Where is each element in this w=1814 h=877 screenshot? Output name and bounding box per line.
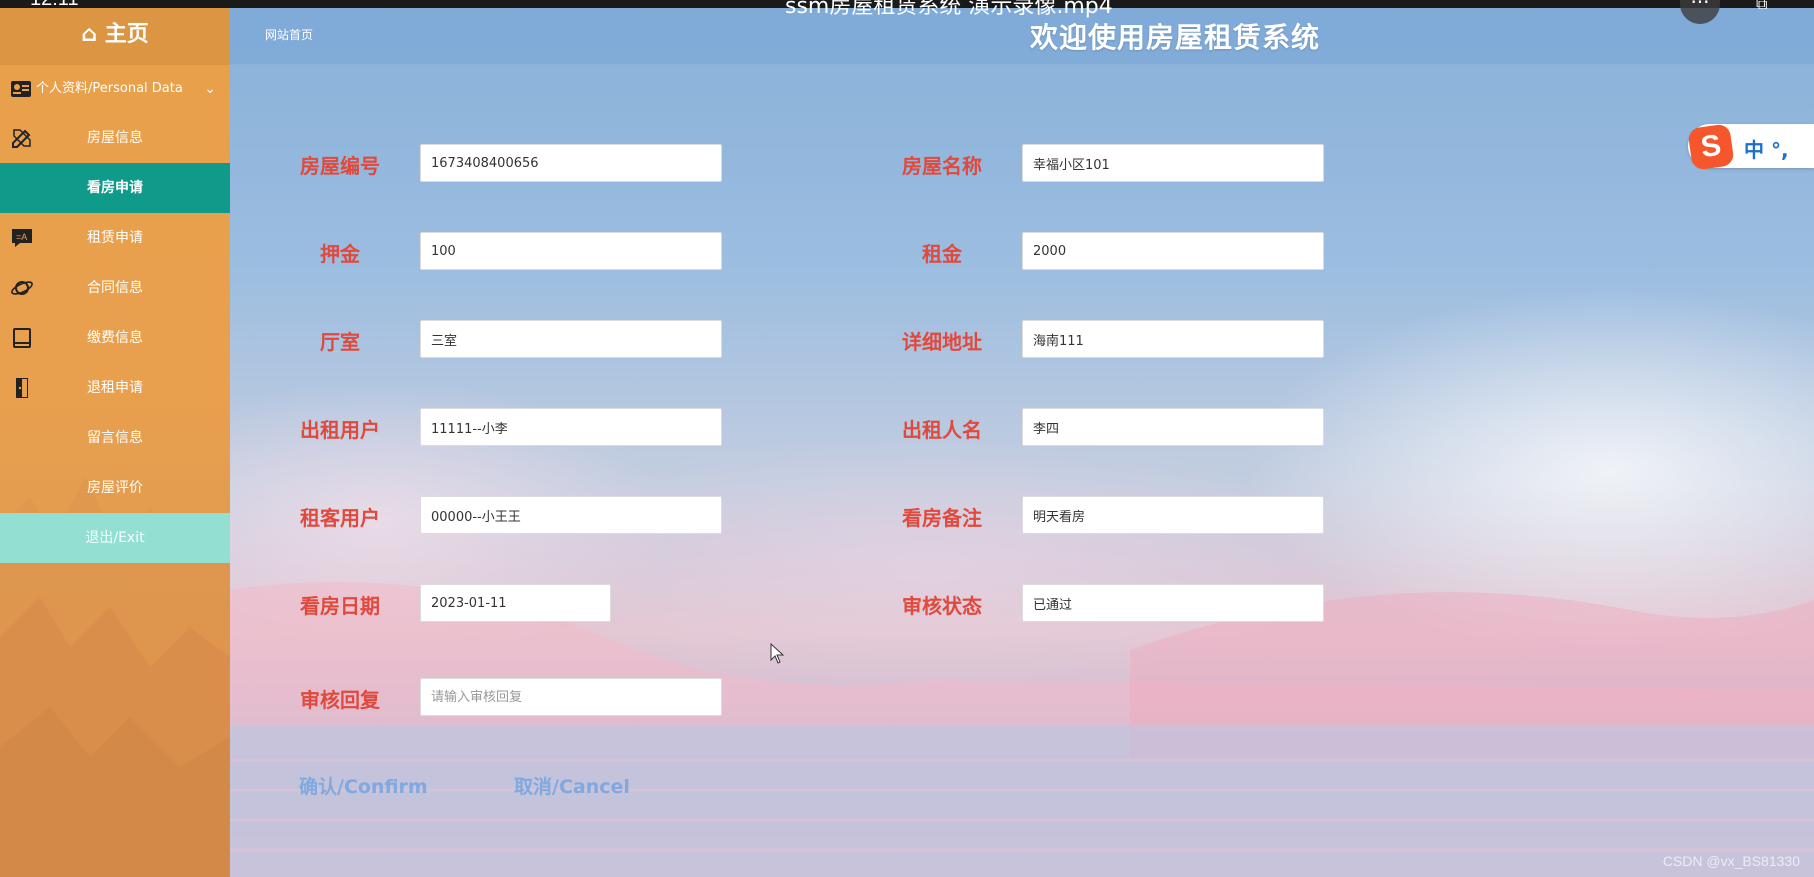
pencil-ruler-icon: [12, 129, 31, 148]
ime-toolbar[interactable]: S 中 °,: [1687, 123, 1814, 171]
sidebar-item-label: 留言信息: [87, 430, 143, 446]
chevron-down-icon: ⌄: [204, 81, 216, 97]
tenant-user-label: 租客用户: [300, 506, 380, 530]
rent-label: 租金: [922, 242, 962, 266]
review-status-label: 审核状态: [902, 594, 982, 618]
tenant-user-field[interactable]: [420, 496, 722, 534]
sidebar-item-house-info[interactable]: 房屋信息: [0, 113, 230, 163]
landlord-user-field[interactable]: [420, 408, 722, 446]
deposit-label: 押金: [320, 242, 360, 266]
video-title: ssm房屋租赁系统 演示录像.mp4: [785, 0, 1113, 19]
sidebar-item-label: 房屋评价: [87, 480, 143, 496]
sidebar-item-checkout-apply[interactable]: 退租申请: [0, 363, 230, 413]
sidebar-item-label: 合同信息: [87, 280, 143, 296]
house-name-field[interactable]: [1022, 144, 1324, 182]
rent-field[interactable]: [1022, 232, 1324, 270]
id-card-icon: [11, 81, 31, 97]
mouse-cursor-icon: [770, 643, 785, 664]
door-icon: [16, 378, 28, 398]
sogou-logo-icon: S: [1687, 123, 1735, 171]
watermark: CSDN @vx_BS81330: [1662, 853, 1800, 869]
deposit-field[interactable]: [420, 232, 722, 270]
sidebar-item-lease-apply[interactable]: =A 租赁申请: [0, 213, 230, 263]
main-content: 网站首页 欢迎使用房屋租赁系统 房屋编号 房屋名称 押金 租金 厅室 详细地址 …: [230, 0, 1814, 877]
house-no-label: 房屋编号: [300, 154, 380, 178]
landlord-name-label: 出租人名: [902, 418, 982, 442]
sidebar-item-label: 缴费信息: [87, 330, 143, 346]
svg-text:=A: =A: [16, 232, 27, 242]
sidebar-item-label: 租赁申请: [87, 230, 143, 246]
sidebar-item-house-reviews[interactable]: 房屋评价: [0, 463, 230, 513]
sidebar-item-messages[interactable]: 留言信息: [0, 413, 230, 463]
review-reply-label: 审核回复: [300, 688, 380, 712]
sidebar-personal-data[interactable]: 个人资料/Personal Data ⌄: [0, 65, 230, 113]
sidebar-item-label: 看房申请: [87, 180, 143, 196]
landlord-user-label: 出租用户: [300, 418, 380, 442]
layout-field[interactable]: [420, 320, 722, 358]
breadcrumb-home-link[interactable]: 网站首页: [265, 26, 313, 43]
viewing-date-field[interactable]: [420, 584, 611, 622]
sidebar-item-label: 退租申请: [87, 380, 143, 396]
sidebar-item-payment-info[interactable]: 缴费信息: [0, 313, 230, 363]
book-icon: [13, 328, 31, 348]
address-label: 详细地址: [902, 330, 982, 354]
translate-chat-icon: =A: [12, 229, 32, 247]
sidebar-item-exit[interactable]: 退出/Exit: [0, 513, 230, 563]
review-reply-field[interactable]: [420, 678, 722, 716]
house-name-label: 房屋名称: [902, 154, 982, 178]
address-field[interactable]: [1022, 320, 1324, 358]
planet-icon: [11, 281, 33, 295]
layout-label: 厅室: [320, 330, 360, 354]
house-no-field[interactable]: [420, 144, 722, 182]
pip-icon[interactable]: ⧉: [1756, 0, 1767, 14]
ime-mode-text: 中 °,: [1744, 138, 1789, 162]
sidebar-item-label: 房屋信息: [87, 130, 143, 146]
sidebar-item-viewing-apply[interactable]: 看房申请: [0, 163, 230, 213]
review-status-field[interactable]: [1022, 584, 1324, 622]
page-title: 欢迎使用房屋租赁系统: [1030, 21, 1321, 54]
landlord-name-field[interactable]: [1022, 408, 1324, 446]
sidebar-personal-label: 个人资料/Personal Data: [36, 81, 183, 96]
viewing-date-label: 看房日期: [300, 594, 380, 618]
viewing-note-label: 看房备注: [902, 506, 982, 530]
sidebar: ⌂ 主页 个人资料/Personal Data ⌄ 房屋信息 看房申请 =A 租…: [0, 0, 230, 877]
sidebar-item-contract-info[interactable]: 合同信息: [0, 263, 230, 313]
video-clock: 12:11: [30, 0, 79, 11]
viewing-note-field[interactable]: [1022, 496, 1324, 534]
cancel-button[interactable]: 取消/Cancel: [514, 772, 630, 799]
sidebar-item-label: 退出/Exit: [85, 530, 145, 546]
confirm-button[interactable]: 确认/Confirm: [299, 772, 428, 799]
